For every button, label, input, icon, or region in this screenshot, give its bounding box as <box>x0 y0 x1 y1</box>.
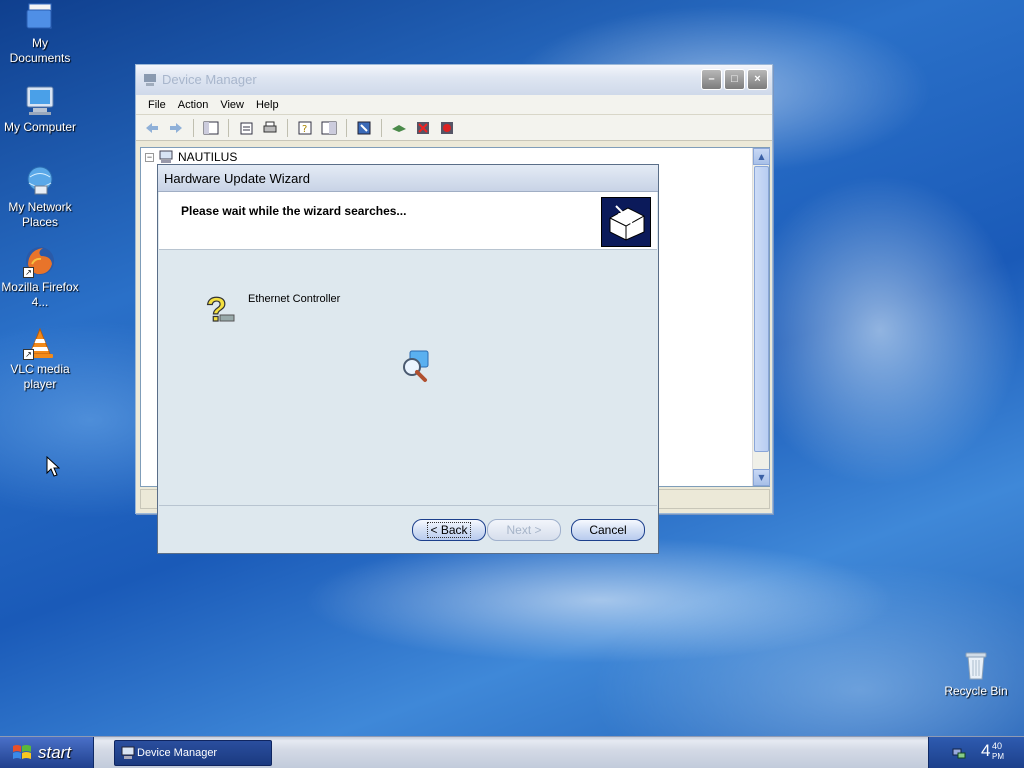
desktop-icon-vlc[interactable]: ↗ VLC media player <box>0 326 80 392</box>
uninstall-icon <box>417 121 429 134</box>
taskbar: start Device Manager 4 40 PM <box>0 736 1024 768</box>
properties-button[interactable] <box>236 118 256 138</box>
wizard-footer: < Back Next > Cancel <box>159 505 657 553</box>
windows-logo-icon <box>13 745 31 759</box>
scan-hardware-icon <box>357 121 371 134</box>
menu-action[interactable]: Action <box>172 99 215 111</box>
show-hide-tree-button[interactable] <box>201 118 221 138</box>
clock-minute: 40 <box>992 741 1003 751</box>
clock[interactable]: 4 40 PM <box>981 741 1004 761</box>
svg-text:?: ? <box>206 291 227 327</box>
device-manager-title: Device Manager <box>162 72 257 87</box>
recycle-bin-icon <box>959 648 993 682</box>
menu-bar: File Action View Help <box>136 95 772 115</box>
network-tray-icon[interactable] <box>951 745 967 761</box>
network-places-icon <box>23 164 57 198</box>
close-button[interactable]: × <box>747 69 768 90</box>
console-tree-icon <box>203 121 219 134</box>
forward-arrow-button[interactable] <box>166 118 186 138</box>
taskbar-item-label: Device Manager <box>137 747 218 759</box>
menu-help[interactable]: Help <box>250 99 285 111</box>
desktop-icon-my-computer[interactable]: My Computer <box>0 84 80 135</box>
desktop-icon-label: Mozilla Firefox 4... <box>1 280 79 309</box>
desktop-icon-my-documents[interactable]: My Documents <box>0 0 80 66</box>
desktop-icon-label: My Documents <box>9 36 71 65</box>
scroll-down-arrow[interactable]: ▼ <box>753 469 770 486</box>
desktop-icon-label: My Network Places <box>8 200 72 229</box>
update-driver-button[interactable] <box>389 118 409 138</box>
svg-text:?: ? <box>302 124 307 135</box>
scan-hardware-button[interactable] <box>354 118 374 138</box>
toolbar: ? <box>136 115 772 141</box>
hardware-wizard-icon <box>601 197 651 247</box>
computer-icon <box>159 150 173 163</box>
scroll-up-arrow[interactable]: ▲ <box>753 148 770 165</box>
shortcut-arrow-icon: ↗ <box>23 349 34 360</box>
vlc-cone-icon: ↗ <box>23 326 57 360</box>
my-documents-icon <box>23 0 57 34</box>
desktop-icon-label: My Computer <box>3 120 77 134</box>
back-arrow-icon <box>146 122 158 133</box>
scroll-thumb[interactable] <box>754 166 769 452</box>
searching-magnifier-icon <box>403 350 429 382</box>
taskbar-item-device-manager[interactable]: Device Manager <box>114 740 272 766</box>
help-button[interactable]: ? <box>295 118 315 138</box>
minimize-button[interactable]: – <box>701 69 722 90</box>
maximize-button[interactable]: □ <box>724 69 745 90</box>
forward-arrow-icon <box>170 122 182 133</box>
properties-icon <box>240 122 253 134</box>
device-manager-icon <box>144 74 156 86</box>
disable-icon <box>441 121 453 134</box>
firefox-icon: ↗ <box>23 244 57 278</box>
device-row: ? Ethernet Controller <box>202 289 340 327</box>
wizard-header: Please wait while the wizard searches... <box>159 192 657 250</box>
next-button[interactable]: Next > <box>487 519 561 541</box>
vertical-scrollbar[interactable]: ▲ ▼ <box>752 148 770 486</box>
back-button[interactable]: < Back <box>412 519 486 541</box>
wizard-titlebar[interactable]: Hardware Update Wizard <box>158 165 658 192</box>
desktop-icon-recycle-bin[interactable]: Recycle Bin <box>936 648 1016 699</box>
console-button[interactable] <box>319 118 339 138</box>
device-manager-titlebar[interactable]: Device Manager – □ × <box>136 65 772 95</box>
start-button[interactable]: start <box>0 737 94 768</box>
desktop-icon-label: VLC media player <box>10 362 70 391</box>
print-button[interactable] <box>260 118 280 138</box>
menu-file[interactable]: File <box>142 99 172 111</box>
console-icon <box>321 121 337 134</box>
start-label: start <box>38 743 72 762</box>
cancel-button[interactable]: Cancel <box>571 519 645 541</box>
printer-icon <box>263 121 277 132</box>
device-manager-icon <box>121 746 135 759</box>
update-driver-icon <box>392 124 406 132</box>
mouse-cursor-icon <box>46 456 60 477</box>
menu-view[interactable]: View <box>214 99 250 111</box>
desktop-icon-label: Recycle Bin <box>944 684 1008 698</box>
wizard-heading: Please wait while the wizard searches... <box>181 204 407 218</box>
system-tray: 4 40 PM <box>928 737 1024 768</box>
my-computer-icon <box>23 84 57 118</box>
device-name: Ethernet Controller <box>248 293 341 305</box>
clock-ampm: PM <box>992 752 1004 761</box>
desktop-icon-firefox[interactable]: ↗ Mozilla Firefox 4... <box>0 244 80 310</box>
collapse-icon[interactable]: − <box>145 152 154 162</box>
tree-root-label: NAUTILUS <box>178 150 238 164</box>
desktop-icon-my-network-places[interactable]: My Network Places <box>0 164 80 230</box>
hardware-update-wizard[interactable]: Hardware Update Wizard Please wait while… <box>157 164 659 554</box>
disable-button[interactable] <box>437 118 457 138</box>
unknown-device-question-icon: ? <box>205 290 235 327</box>
clock-hour: 4 <box>981 741 991 760</box>
help-icon: ? <box>298 121 312 135</box>
back-button-label: < Back <box>427 522 471 538</box>
tree-root-node[interactable]: − NAUTILUS <box>145 150 237 164</box>
shortcut-arrow-icon: ↗ <box>23 267 34 278</box>
back-arrow-button[interactable] <box>142 118 162 138</box>
uninstall-button[interactable] <box>413 118 433 138</box>
